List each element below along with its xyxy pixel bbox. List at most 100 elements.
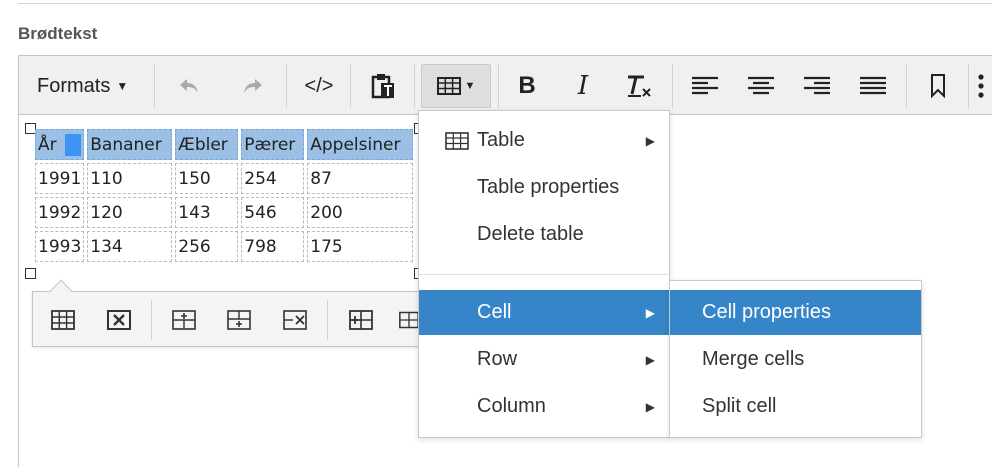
- table-cell[interactable]: Pærer: [241, 129, 305, 160]
- table-cell[interactable]: Bananer: [87, 129, 173, 160]
- undo-button[interactable]: [167, 64, 211, 108]
- table-cell[interactable]: 1991: [35, 163, 85, 194]
- table-cell[interactable]: År: [35, 129, 85, 160]
- table-cell[interactable]: 1992: [35, 197, 85, 228]
- align-right-button[interactable]: [795, 64, 839, 108]
- cell-submenu: Cell properties Merge cells Split cell: [669, 280, 922, 438]
- menu-item-label: Delete table: [477, 223, 584, 245]
- table-cell[interactable]: 256: [175, 231, 239, 262]
- menu-item-label: Cell: [477, 301, 512, 323]
- insert-row-before-button[interactable]: [170, 306, 198, 334]
- table-cell[interactable]: 134: [87, 231, 173, 262]
- align-left-icon: [692, 76, 718, 95]
- table-icon: [436, 77, 461, 95]
- delete-table-button[interactable]: [105, 306, 133, 334]
- undo-icon: [180, 79, 198, 93]
- insert-column-before-button[interactable]: [347, 306, 375, 334]
- menu-item-label: Cell properties: [702, 301, 831, 323]
- table-cell[interactable]: 87: [307, 163, 414, 194]
- table-cell[interactable]: 546: [241, 197, 305, 228]
- paste-text-icon: [371, 74, 394, 99]
- insert-row-after-icon: [227, 310, 251, 330]
- menu-item-label: Merge cells: [702, 348, 805, 370]
- justify-icon: [860, 76, 886, 95]
- field-label: Brødtekst: [18, 24, 98, 43]
- menu-item-table[interactable]: Table ▶: [419, 118, 669, 163]
- delete-row-icon: [283, 310, 307, 330]
- table-cell[interactable]: Appelsiner: [307, 129, 414, 160]
- menu-item-delete-table[interactable]: Delete table: [419, 212, 669, 257]
- editor-toolbar: Formats ▼ </> ▼ B I: [19, 56, 992, 115]
- menu-item-label: Table: [477, 129, 525, 151]
- caret-down-icon: ▼: [464, 80, 476, 92]
- menu-item-label: Column: [477, 395, 546, 417]
- table-cell[interactable]: 798: [241, 231, 305, 262]
- insert-column-before-icon: [349, 310, 373, 330]
- menu-divider: [419, 274, 669, 275]
- more-vertical-icon: [978, 74, 984, 98]
- data-table[interactable]: År Bananer Æbler Pærer Appelsiner 1991 1…: [32, 126, 416, 265]
- table-row: 1992 120 143 546 200: [35, 197, 414, 228]
- formats-dropdown[interactable]: Formats ▼: [29, 64, 143, 108]
- table-properties-button[interactable]: [49, 306, 77, 334]
- table-cell[interactable]: 1993: [35, 231, 85, 262]
- table-cell[interactable]: 254: [241, 163, 305, 194]
- table-row: 1991 110 150 254 87: [35, 163, 414, 194]
- paste-text-button[interactable]: [361, 64, 405, 108]
- menu-item-label: Row: [477, 348, 518, 370]
- table-icon: [445, 131, 469, 150]
- align-center-icon: [748, 76, 774, 95]
- table-cell[interactable]: 150: [175, 163, 239, 194]
- data-table-wrapper: År Bananer Æbler Pærer Appelsiner 1991 1…: [32, 126, 417, 273]
- code-icon: </>: [304, 74, 334, 97]
- insert-row-after-button[interactable]: [225, 306, 253, 334]
- toolbar-pointer: [49, 279, 73, 303]
- table-context-toolbar: [32, 279, 432, 347]
- align-left-button[interactable]: [683, 64, 727, 108]
- insert-row-before-icon: [172, 310, 196, 330]
- chevron-right-icon: ▶: [645, 305, 655, 320]
- menu-item-label: Table properties: [477, 176, 620, 198]
- italic-button[interactable]: I: [561, 64, 605, 108]
- clear-formatting-icon: [628, 75, 651, 97]
- delete-row-button[interactable]: [281, 306, 309, 334]
- bold-button[interactable]: B: [505, 64, 549, 108]
- redo-icon: [244, 79, 262, 93]
- caret-down-icon: ▼: [116, 79, 129, 93]
- insert-column-after-icon: [399, 311, 419, 329]
- table-cell[interactable]: 110: [87, 163, 173, 194]
- justify-button[interactable]: [851, 64, 895, 108]
- table-button[interactable]: ▼: [421, 64, 491, 108]
- menu-item-table-properties[interactable]: Table properties: [419, 165, 669, 210]
- table-cell[interactable]: 143: [175, 197, 239, 228]
- table-menu: Table ▶ Table properties Delete table Ce…: [418, 110, 670, 438]
- menu-item-column[interactable]: Column ▶: [419, 384, 669, 429]
- italic-icon: I: [577, 71, 589, 101]
- menu-item-merge-cells[interactable]: Merge cells: [670, 337, 921, 382]
- toolbar-separator: [327, 300, 328, 340]
- table-cell[interactable]: 120: [87, 197, 173, 228]
- formats-label: Formats: [37, 74, 111, 97]
- redo-button[interactable]: [231, 64, 275, 108]
- top-divider: [18, 0, 992, 4]
- clear-formatting-button[interactable]: [617, 64, 661, 108]
- bookmark-icon: [931, 74, 945, 98]
- menu-item-split-cell[interactable]: Split cell: [670, 384, 921, 429]
- more-button[interactable]: [971, 64, 991, 108]
- menu-item-row[interactable]: Row ▶: [419, 337, 669, 382]
- insert-column-after-button[interactable]: [399, 306, 419, 334]
- align-center-button[interactable]: [739, 64, 783, 108]
- bookmark-button[interactable]: [916, 64, 960, 108]
- chevron-right-icon: ▶: [645, 352, 655, 367]
- table-cell[interactable]: 175: [307, 231, 414, 262]
- toolbar-separator: [151, 300, 152, 340]
- table-cell[interactable]: 200: [307, 197, 414, 228]
- table-header-row: År Bananer Æbler Pærer Appelsiner: [35, 129, 414, 160]
- source-code-button[interactable]: </>: [297, 64, 341, 108]
- menu-item-cell[interactable]: Cell ▶: [419, 290, 669, 335]
- align-right-icon: [804, 76, 830, 95]
- table-cell[interactable]: Æbler: [175, 129, 239, 160]
- chevron-right-icon: ▶: [645, 133, 655, 148]
- menu-item-cell-properties[interactable]: Cell properties: [670, 290, 921, 335]
- bold-icon: B: [518, 72, 536, 99]
